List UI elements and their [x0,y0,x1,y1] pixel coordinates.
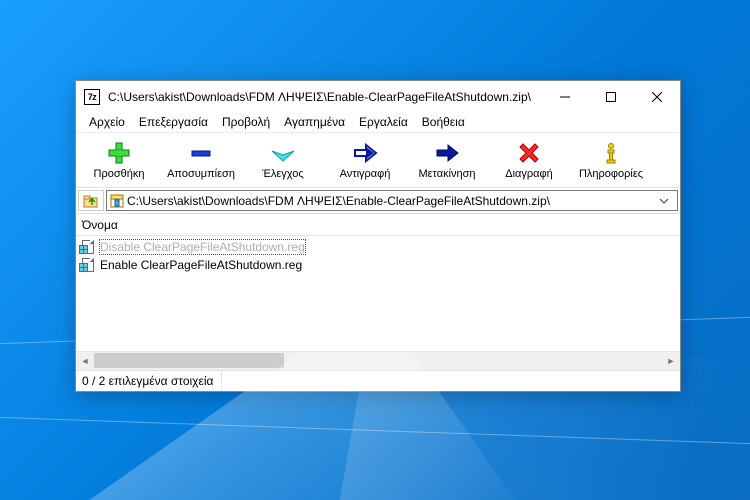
extract-label: Αποσυμπίεση [167,168,235,180]
maximize-button[interactable] [588,81,634,112]
menu-favorites[interactable]: Αγαπημένα [277,114,352,130]
minus-icon [189,140,213,166]
x-icon [517,140,541,166]
menu-view[interactable]: Προβολή [215,114,277,130]
info-icon [599,140,623,166]
reg-file-icon [80,257,96,273]
sevenzip-window: 7z C:\Users\akist\Downloads\FDM ΛΗΨΕΙΣ\E… [75,80,681,392]
reg-file-icon [80,239,96,255]
desktop-wallpaper: 7z C:\Users\akist\Downloads\FDM ΛΗΨΕΙΣ\E… [0,0,750,500]
copy-button[interactable]: Αντιγραφή [324,133,406,187]
column-header-name[interactable]: Όνομα [76,214,680,236]
statusbar: 0 / 2 επιλεγμένα στοιχεία [76,370,680,391]
menubar: Αρχείο Επεξεργασία Προβολή Αγαπημένα Εργ… [76,112,680,132]
folder-up-icon [83,193,99,209]
file-name: Disable ClearPageFileAtShutdown.reg [100,240,305,254]
minimize-button[interactable] [542,81,588,112]
path-text: C:\Users\akist\Downloads\FDM ΛΗΨΕΙΣ\Enab… [127,194,659,208]
info-label: Πληροφορίες [579,168,643,180]
pathbar: C:\Users\akist\Downloads\FDM ΛΗΨΕΙΣ\Enab… [76,187,680,213]
test-label: Έλεγχος [262,168,303,180]
delete-label: Διαγραφή [505,168,553,180]
toolbar: Προσθήκη Αποσυμπίεση Έλεγχος Αντιγραφή [76,132,680,187]
move-button[interactable]: Μετακίνηση [406,133,488,187]
delete-button[interactable]: Διαγραφή [488,133,570,187]
menu-tools[interactable]: Εργαλεία [352,114,415,130]
plus-icon [107,140,131,166]
file-list[interactable]: Όνομα Disable ClearPageFileAtShutdown.re… [76,213,680,370]
scroll-right-button[interactable]: ► [662,352,680,370]
info-button[interactable]: Πληροφορίες [570,133,652,187]
arrow-right-solid-icon [434,140,460,166]
file-row[interactable]: Disable ClearPageFileAtShutdown.reg [76,238,680,256]
archive-icon [107,193,127,209]
test-button[interactable]: Έλεγχος [242,133,324,187]
arrow-right-outline-icon [352,140,378,166]
copy-label: Αντιγραφή [340,168,391,180]
scroll-thumb[interactable] [94,353,284,368]
extract-button[interactable]: Αποσυμπίεση [160,133,242,187]
menu-file[interactable]: Αρχείο [82,114,132,130]
nav-up-button[interactable] [78,190,104,211]
check-icon [270,140,296,166]
scroll-left-button[interactable]: ◄ [76,352,94,370]
add-label: Προσθήκη [94,168,145,180]
menu-edit[interactable]: Επεξεργασία [132,114,215,130]
file-row[interactable]: Enable ClearPageFileAtShutdown.reg [76,256,680,274]
add-button[interactable]: Προσθήκη [78,133,160,187]
move-label: Μετακίνηση [418,168,475,180]
app-icon: 7z [84,89,100,105]
menu-help[interactable]: Βοήθεια [415,114,472,130]
scroll-track[interactable] [94,352,662,370]
horizontal-scrollbar[interactable]: ◄ ► [76,351,680,369]
titlebar[interactable]: 7z C:\Users\akist\Downloads\FDM ΛΗΨΕΙΣ\E… [76,81,680,112]
chevron-down-icon[interactable] [659,196,677,206]
window-title: C:\Users\akist\Downloads\FDM ΛΗΨΕΙΣ\Enab… [108,90,542,104]
status-selection: 0 / 2 επιλεγμένα στοιχεία [82,371,222,391]
file-name: Enable ClearPageFileAtShutdown.reg [100,258,302,272]
close-button[interactable] [634,81,680,112]
path-combobox[interactable]: C:\Users\akist\Downloads\FDM ΛΗΨΕΙΣ\Enab… [106,190,678,211]
